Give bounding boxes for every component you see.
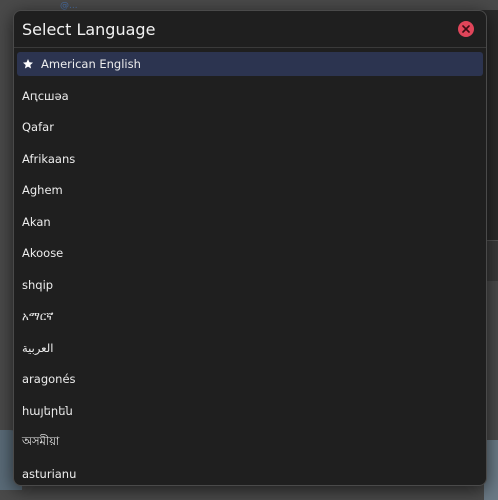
language-label: অসমীয়া — [22, 433, 60, 448]
language-item[interactable]: հայերեն — [17, 399, 483, 423]
language-item[interactable]: Akan — [17, 210, 483, 234]
language-item[interactable]: አማርኛ — [17, 304, 483, 328]
language-item[interactable]: asturianu — [17, 462, 483, 486]
close-icon — [462, 25, 470, 33]
language-label: العربية — [22, 340, 54, 355]
language-label: asturianu — [22, 466, 77, 481]
language-dialog: Select Language American English Aԥсшәа … — [13, 10, 487, 486]
language-label: Afrikaans — [22, 151, 76, 166]
language-label: Akan — [22, 214, 51, 229]
language-label: հայերեն — [22, 403, 73, 418]
language-label: አማርኛ — [22, 308, 54, 323]
language-label: Aghem — [22, 183, 63, 197]
language-label: Aԥсшәа — [22, 88, 69, 103]
language-list[interactable]: American English Aԥсшәа Qafar Afrikaans … — [14, 48, 486, 485]
language-label: shqip — [22, 277, 54, 292]
language-item[interactable]: Aghem — [17, 178, 483, 202]
language-label: aragonés — [22, 372, 76, 386]
language-item[interactable]: Qafar — [17, 115, 483, 139]
language-item[interactable]: Akoose — [17, 241, 483, 265]
close-button[interactable] — [458, 21, 474, 37]
language-item[interactable]: aragonés — [17, 367, 483, 391]
language-item[interactable]: অসমীয়া — [17, 430, 483, 454]
language-label: Qafar — [22, 120, 54, 134]
language-item[interactable]: Aԥсшәа — [17, 84, 483, 108]
star-icon — [22, 58, 34, 70]
language-label: Akoose — [22, 246, 64, 260]
language-label: American English — [41, 57, 141, 71]
dialog-title: Select Language — [22, 19, 156, 39]
dialog-header: Select Language — [14, 11, 486, 48]
language-item[interactable]: shqip — [17, 273, 483, 297]
language-item-american-english[interactable]: American English — [17, 52, 483, 76]
language-item[interactable]: Afrikaans — [17, 147, 483, 171]
language-item[interactable]: العربية — [17, 336, 483, 360]
